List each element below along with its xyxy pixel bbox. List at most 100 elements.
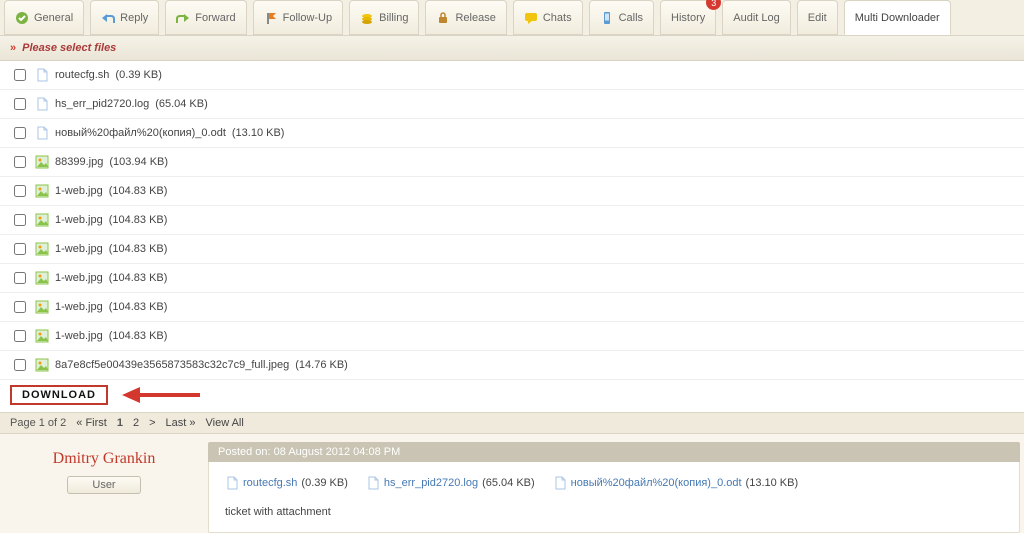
file-checkbox[interactable] bbox=[14, 359, 26, 371]
tab-billing[interactable]: Billing bbox=[349, 0, 419, 35]
file-size: (65.04 KB) bbox=[155, 98, 208, 110]
file-row: 1-web.jpg (104.83 KB) bbox=[0, 235, 1024, 264]
file-name: 1-web.jpg bbox=[55, 272, 103, 284]
document-icon bbox=[225, 476, 239, 490]
tab-label: Reply bbox=[120, 12, 148, 24]
page-1[interactable]: 1 bbox=[117, 417, 123, 429]
attachment-size: (65.04 KB) bbox=[482, 477, 535, 489]
callout-arrow-icon bbox=[122, 384, 202, 406]
file-name: 8a7e8cf5e00439e3565873583c32c7c9_full.jp… bbox=[55, 359, 289, 371]
page-last[interactable]: Last » bbox=[166, 417, 196, 429]
tab-release[interactable]: Release bbox=[425, 0, 506, 35]
forward-icon bbox=[176, 11, 190, 25]
file-name: routecfg.sh bbox=[55, 69, 109, 81]
tab-edit[interactable]: Edit bbox=[797, 0, 838, 35]
page-summary: Page 1 of 2 bbox=[10, 417, 66, 429]
post-area: Dmitry Grankin User Posted on: 08 August… bbox=[0, 434, 1024, 533]
file-row: 1-web.jpg (104.83 KB) bbox=[0, 293, 1024, 322]
download-button[interactable]: DOWNLOAD bbox=[10, 385, 108, 405]
tab-general[interactable]: General bbox=[4, 0, 84, 35]
select-files-label: Please select files bbox=[22, 42, 116, 54]
check-icon bbox=[15, 11, 29, 25]
file-size: (104.83 KB) bbox=[109, 301, 168, 313]
file-checkbox[interactable] bbox=[14, 69, 26, 81]
tab-calls[interactable]: Calls bbox=[589, 0, 654, 35]
file-checkbox[interactable] bbox=[14, 127, 26, 139]
download-row: DOWNLOAD bbox=[0, 380, 1024, 412]
tab-label: Follow-Up bbox=[283, 12, 333, 24]
file-checkbox[interactable] bbox=[14, 301, 26, 313]
tab-label: Edit bbox=[808, 12, 827, 24]
chevron-right-icon: » bbox=[10, 42, 16, 54]
file-size: (0.39 KB) bbox=[115, 69, 161, 81]
post-attachments: routecfg.sh (0.39 KB)hs_err_pid2720.log … bbox=[225, 476, 1003, 490]
page-next[interactable]: > bbox=[149, 417, 155, 429]
file-name: 1-web.jpg bbox=[55, 185, 103, 197]
attachment-item: новый%20файл%20(копия)_0.odt (13.10 KB) bbox=[553, 476, 798, 490]
file-row: hs_err_pid2720.log (65.04 KB) bbox=[0, 90, 1024, 119]
file-name: 88399.jpg bbox=[55, 156, 103, 168]
file-size: (103.94 KB) bbox=[109, 156, 168, 168]
post-timestamp: Posted on: 08 August 2012 04:08 PM bbox=[208, 442, 1020, 462]
file-row: 8a7e8cf5e00439e3565873583c32c7c9_full.jp… bbox=[0, 351, 1024, 380]
tab-reply[interactable]: Reply bbox=[90, 0, 159, 35]
notification-badge: 3 bbox=[706, 0, 721, 10]
image-icon bbox=[35, 155, 49, 169]
file-list: routecfg.sh (0.39 KB) hs_err_pid2720.log … bbox=[0, 61, 1024, 380]
select-files-bar: » Please select files bbox=[0, 36, 1024, 61]
image-icon bbox=[35, 242, 49, 256]
document-icon bbox=[35, 68, 49, 82]
file-name: 1-web.jpg bbox=[55, 301, 103, 313]
file-row: новый%20файл%20(копия)_0.odt (13.10 KB) bbox=[0, 119, 1024, 148]
tab-forward[interactable]: Forward bbox=[165, 0, 246, 35]
tab-label: Forward bbox=[195, 12, 235, 24]
user-card: Dmitry Grankin User bbox=[4, 442, 204, 533]
chat-icon bbox=[524, 11, 538, 25]
tab-follow-up[interactable]: Follow-Up bbox=[253, 0, 344, 35]
tab-label: Calls bbox=[619, 12, 643, 24]
post-message: ticket with attachment bbox=[225, 506, 1003, 518]
attachment-link[interactable]: routecfg.sh bbox=[243, 477, 297, 489]
image-icon bbox=[35, 184, 49, 198]
tab-audit-log[interactable]: Audit Log bbox=[722, 0, 790, 35]
tab-label: General bbox=[34, 12, 73, 24]
image-icon bbox=[35, 300, 49, 314]
post-content: routecfg.sh (0.39 KB)hs_err_pid2720.log … bbox=[208, 462, 1020, 533]
pagination-bar: Page 1 of 2 « First 1 2 > Last » View Al… bbox=[0, 412, 1024, 434]
phone-icon bbox=[600, 11, 614, 25]
tab-label: Audit Log bbox=[733, 12, 779, 24]
page-2[interactable]: 2 bbox=[133, 417, 139, 429]
document-icon bbox=[366, 476, 380, 490]
document-icon bbox=[35, 126, 49, 140]
tab-history[interactable]: History3 bbox=[660, 0, 716, 35]
file-checkbox[interactable] bbox=[14, 98, 26, 110]
file-name: новый%20файл%20(копия)_0.odt bbox=[55, 127, 226, 139]
file-checkbox[interactable] bbox=[14, 330, 26, 342]
tab-label: Release bbox=[455, 12, 495, 24]
lock-icon bbox=[436, 11, 450, 25]
file-row: 1-web.jpg (104.83 KB) bbox=[0, 177, 1024, 206]
image-icon bbox=[35, 358, 49, 372]
attachment-link[interactable]: hs_err_pid2720.log bbox=[384, 477, 478, 489]
post-author-role: User bbox=[67, 476, 140, 494]
file-checkbox[interactable] bbox=[14, 243, 26, 255]
file-row: 1-web.jpg (104.83 KB) bbox=[0, 264, 1024, 293]
file-checkbox[interactable] bbox=[14, 272, 26, 284]
tab-multi-downloader[interactable]: Multi Downloader bbox=[844, 0, 951, 35]
tab-bar: General Reply Forward Follow-Up Billing Relea… bbox=[0, 0, 1024, 36]
file-checkbox[interactable] bbox=[14, 156, 26, 168]
reply-icon bbox=[101, 11, 115, 25]
page-view-all[interactable]: View All bbox=[206, 417, 244, 429]
tab-label: Multi Downloader bbox=[855, 12, 940, 24]
file-name: hs_err_pid2720.log bbox=[55, 98, 149, 110]
file-checkbox[interactable] bbox=[14, 214, 26, 226]
file-name: 1-web.jpg bbox=[55, 243, 103, 255]
file-row: 1-web.jpg (104.83 KB) bbox=[0, 322, 1024, 351]
page-first[interactable]: « First bbox=[76, 417, 107, 429]
tab-chats[interactable]: Chats bbox=[513, 0, 583, 35]
attachment-item: hs_err_pid2720.log (65.04 KB) bbox=[366, 476, 535, 490]
tab-label: Chats bbox=[543, 12, 572, 24]
attachment-link[interactable]: новый%20файл%20(копия)_0.odt bbox=[571, 477, 742, 489]
file-size: (104.83 KB) bbox=[109, 243, 168, 255]
file-checkbox[interactable] bbox=[14, 185, 26, 197]
